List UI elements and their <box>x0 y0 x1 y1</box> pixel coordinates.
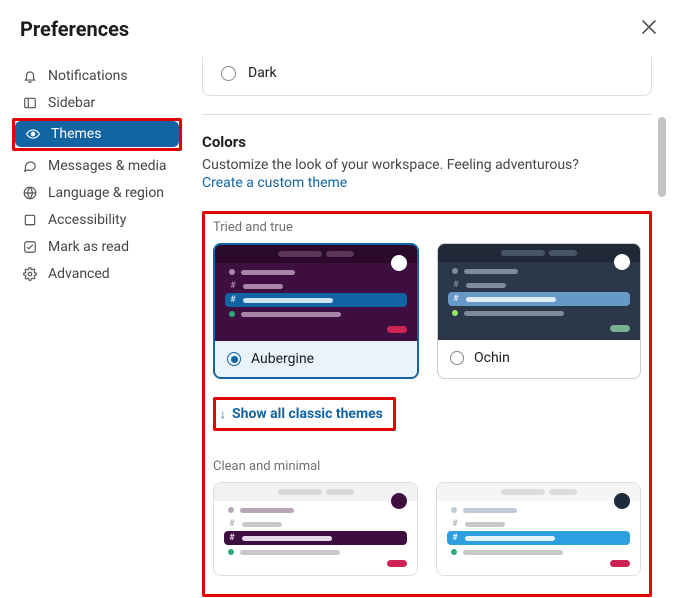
sidebar-item-label: Mark as read <box>48 239 129 255</box>
sidebar-item-messages-media[interactable]: Messages & media <box>12 153 182 179</box>
scrollbar[interactable] <box>658 57 666 597</box>
sidebar-item-label: Messages & media <box>48 158 167 174</box>
radio-icon <box>450 351 464 365</box>
page-title: Preferences <box>20 17 129 41</box>
colors-title: Colors <box>202 133 652 151</box>
theme-preview: # # <box>437 483 640 575</box>
sidebar-item-label: Sidebar <box>48 95 95 111</box>
theme-preview: # # <box>214 483 417 575</box>
theme-name: Aubergine <box>251 351 314 367</box>
sidebar-item-language-region[interactable]: Language & region <box>12 180 182 206</box>
divider <box>202 114 652 115</box>
preferences-sidebar: Notifications Sidebar Themes Messages & … <box>0 57 192 597</box>
sidebar-item-mark-as-read[interactable]: Mark as read <box>12 234 182 260</box>
sidebar-item-label: Notifications <box>48 68 128 84</box>
sidebar-icon <box>22 95 38 111</box>
close-button[interactable] <box>638 14 660 43</box>
tried-and-true-label: Tried and true <box>213 220 641 235</box>
show-all-label: Show all classic themes <box>232 406 383 422</box>
sidebar-item-label: Themes <box>51 126 101 142</box>
check-icon <box>22 239 38 255</box>
sidebar-item-themes[interactable]: Themes <box>15 121 179 147</box>
sidebar-item-label: Accessibility <box>48 212 126 228</box>
gear-icon <box>22 266 38 282</box>
arrow-down-icon: ↓ <box>220 407 226 421</box>
theme-card-ochin[interactable]: # # Ochin <box>437 243 641 379</box>
create-custom-theme-link[interactable]: Create a custom theme <box>202 175 652 191</box>
radio-icon <box>227 352 241 366</box>
globe-icon <box>22 185 38 201</box>
eye-icon <box>25 126 41 142</box>
sidebar-item-label: Advanced <box>48 266 110 282</box>
radio-label: Dark <box>248 65 277 81</box>
clean-and-minimal-label: Clean and minimal <box>213 459 641 474</box>
theme-preview: # # <box>215 245 417 341</box>
close-icon <box>642 18 656 38</box>
radio-icon <box>221 66 236 81</box>
colors-description: Customize the look of your workspace. Fe… <box>202 157 652 173</box>
accessibility-icon <box>22 212 38 228</box>
theme-card-clean-1[interactable]: # # <box>213 482 418 576</box>
theme-preview: # # <box>438 244 640 340</box>
sidebar-item-sidebar[interactable]: Sidebar <box>12 90 182 116</box>
color-mode-dark-option[interactable]: Dark <box>202 57 652 96</box>
sidebar-item-notifications[interactable]: Notifications <box>12 63 182 89</box>
sidebar-item-accessibility[interactable]: Accessibility <box>12 207 182 233</box>
theme-card-clean-2[interactable]: # # <box>436 482 641 576</box>
sidebar-item-advanced[interactable]: Advanced <box>12 261 182 287</box>
theme-card-aubergine[interactable]: # # Aubergine <box>213 243 419 379</box>
theme-name: Ochin <box>474 350 510 366</box>
sidebar-item-label: Language & region <box>48 185 164 201</box>
chat-icon <box>22 158 38 174</box>
bell-icon <box>22 68 38 84</box>
show-all-classic-themes-button[interactable]: ↓ Show all classic themes <box>220 406 383 422</box>
scrollbar-thumb[interactable] <box>658 117 666 197</box>
